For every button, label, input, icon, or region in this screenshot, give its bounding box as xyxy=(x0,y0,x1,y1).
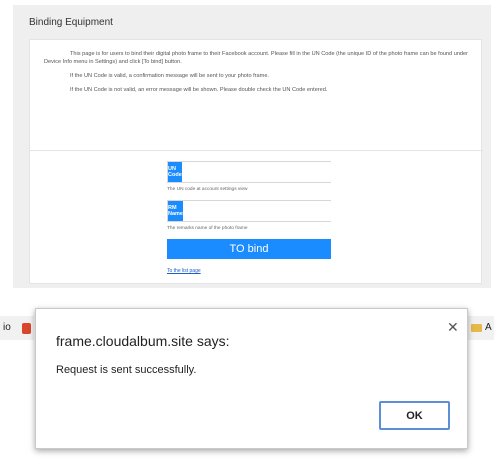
instructions: This page is for users to bind their dig… xyxy=(44,50,471,100)
instruction-paragraph: This page is for users to bind their dig… xyxy=(44,51,469,65)
bookmark-bar-right: A xyxy=(468,316,494,340)
rm-name-hint: The remarks name of the photo frame xyxy=(167,226,248,231)
dialog-message: Request is sent successfully. xyxy=(56,364,197,376)
list-page-link[interactable]: To the list page xyxy=(167,268,201,274)
un-code-field: UN Code xyxy=(167,161,359,183)
bookmark-icon[interactable] xyxy=(22,323,31,334)
alert-dialog: frame.cloudalbum.site says: ✕ Request is… xyxy=(35,308,468,449)
bookmark-fragment-left: io xyxy=(3,322,11,333)
un-code-label: UN Code xyxy=(168,162,182,182)
close-icon[interactable]: ✕ xyxy=(447,319,459,336)
un-code-input[interactable] xyxy=(181,162,359,182)
browser-area: io A frame.cloudalbum.site says: ✕ Reque… xyxy=(0,304,494,469)
un-code-hint: The UN code at account settings view xyxy=(167,187,248,192)
rm-name-field: RM Name xyxy=(167,200,360,222)
dialog-title: frame.cloudalbum.site says: xyxy=(56,333,230,349)
binding-page: Binding Equipment This page is for users… xyxy=(13,5,491,288)
divider xyxy=(30,150,483,151)
bookmark-fragment-right: A xyxy=(485,322,492,333)
ok-button[interactable]: OK xyxy=(379,401,450,430)
instruction-paragraph: If the UN Code is not valid, an error me… xyxy=(70,87,328,93)
to-bind-button[interactable]: TO bind xyxy=(167,239,331,259)
binding-form: UN Code The UN code at account settings … xyxy=(167,161,360,277)
bookmark-bar-left: io xyxy=(0,316,34,340)
page-title: Binding Equipment xyxy=(29,17,113,28)
folder-icon[interactable] xyxy=(471,324,482,332)
rm-name-input[interactable] xyxy=(182,201,360,221)
binding-card: This page is for users to bind their dig… xyxy=(29,39,483,284)
instruction-paragraph: If the UN Code is valid, a confirmation … xyxy=(70,73,269,79)
screen: Binding Equipment This page is for users… xyxy=(0,0,494,469)
rm-name-label: RM Name xyxy=(168,201,183,221)
